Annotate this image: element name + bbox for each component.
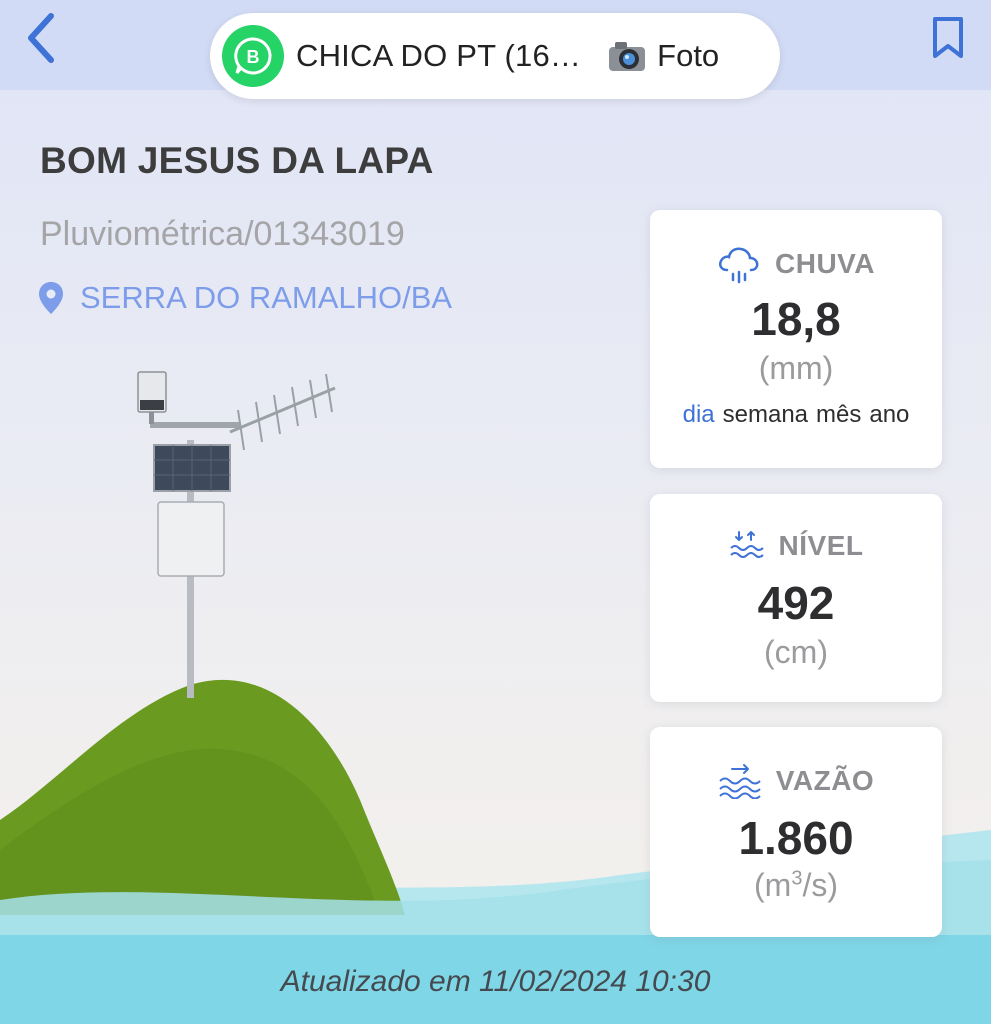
chat-title: CHICA DO PT (16…: [296, 38, 582, 73]
chat-action-label: Foto: [657, 38, 720, 73]
chevron-left-icon: [28, 13, 54, 63]
water-flow-icon: [719, 764, 761, 799]
water-level-icon: [729, 531, 764, 558]
period-week[interactable]: semana: [723, 401, 808, 429]
flow-value: 1.860: [738, 812, 854, 864]
mast-crossarm: [150, 422, 240, 428]
rain-cloud-icon: [719, 247, 759, 284]
svg-text:B: B: [247, 47, 260, 67]
back-button[interactable]: [18, 10, 62, 66]
logger-box: [157, 501, 225, 577]
rain-value: 18,8: [751, 293, 841, 345]
period-day[interactable]: dia: [683, 401, 715, 429]
station-location: SERRA DO RAMALHO/BA: [38, 280, 452, 316]
level-card[interactable]: NÍVEL 492 (cm): [650, 494, 942, 702]
whatsapp-business-icon: B: [222, 25, 284, 87]
flow-unit: (m3/s): [650, 867, 942, 904]
footer: Atualizado em 11/02/2024 10:30: [0, 940, 991, 1024]
map-pin-icon: [39, 282, 63, 314]
level-value: 492: [757, 577, 835, 629]
period-year[interactable]: ano: [869, 401, 909, 429]
location-text: SERRA DO RAMALHO/BA: [80, 280, 453, 315]
rain-label: CHUVA: [775, 248, 875, 279]
last-updated-text: Atualizado em 11/02/2024 10:30: [280, 965, 711, 998]
bookmark-button[interactable]: [924, 10, 972, 66]
camera-icon: [607, 39, 647, 73]
station-name: BOM JESUS DA LAPA: [40, 140, 434, 181]
flow-unit-exponent: 3: [791, 867, 803, 890]
antenna-boom: [229, 386, 336, 434]
level-label: NÍVEL: [778, 530, 864, 561]
flow-unit-suffix: /s): [802, 867, 838, 903]
flow-unit-prefix: (m: [754, 867, 792, 903]
period-selector: dia semana mês ano: [650, 401, 942, 429]
rain-card[interactable]: CHUVA 18,8 (mm) dia semana mês ano: [650, 210, 942, 468]
station-code: Pluviométrica/01343019: [40, 215, 405, 253]
bookmark-icon: [933, 17, 963, 58]
flow-label: VAZÃO: [775, 765, 875, 796]
rain-unit: (mm): [758, 350, 834, 386]
level-unit: (cm): [764, 634, 828, 670]
period-month[interactable]: mês: [816, 401, 861, 429]
flow-card[interactable]: VAZÃO 1.860 (m3/s): [650, 727, 942, 937]
whatsapp-share-chip[interactable]: B CHICA DO PT (16… Foto: [210, 13, 780, 99]
